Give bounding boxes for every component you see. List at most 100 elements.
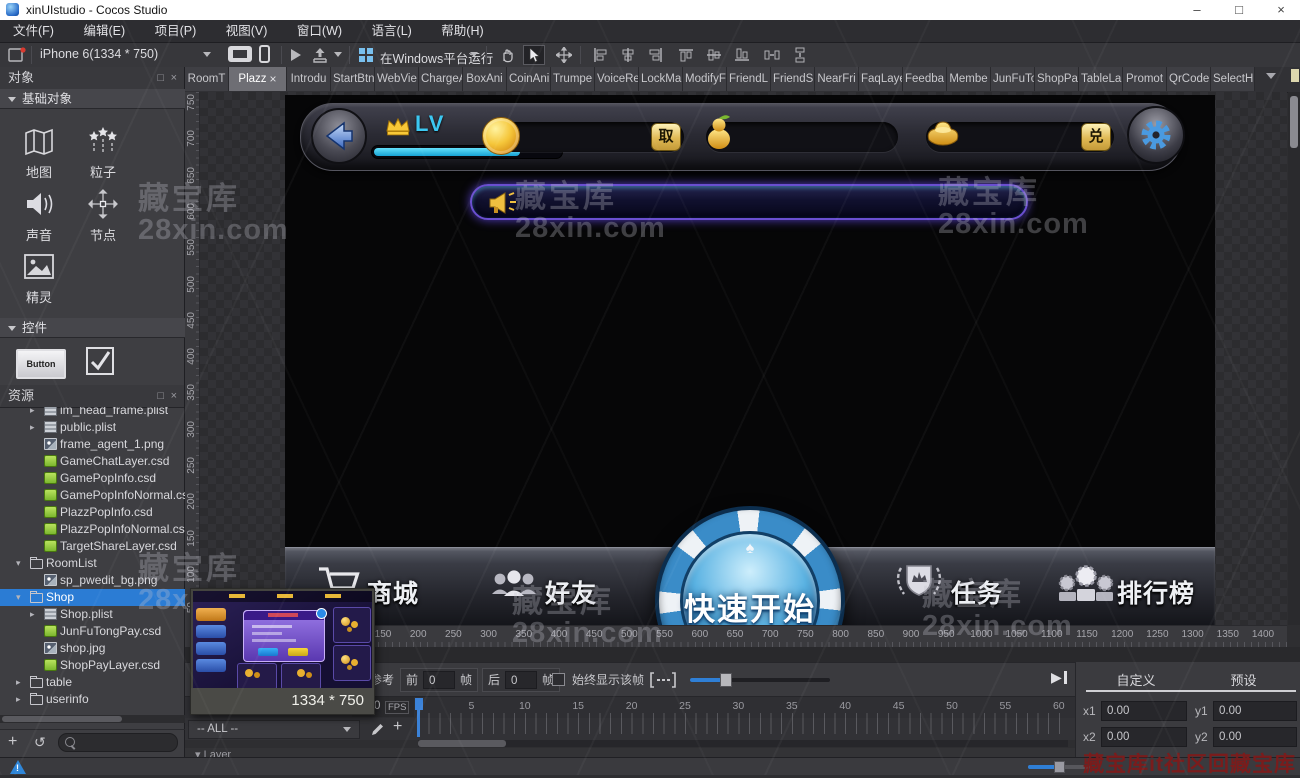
menu-window[interactable]: 窗口(W) [284,20,355,42]
tree-item-shop.jpg[interactable]: shop.jpg [0,640,185,657]
tab-close-icon[interactable]: × [270,67,277,91]
tree-item-Shop[interactable]: ▾Shop [0,589,185,606]
expand-arrow-icon[interactable]: ▸ [16,691,21,708]
tab-SelectH[interactable]: SelectH [1211,67,1255,91]
object-sprite[interactable]: 精灵 [8,250,70,306]
object-sound[interactable]: 声音 [8,188,70,244]
tree-item-public.plist[interactable]: ▸public.plist [0,419,185,436]
menu-language[interactable]: 语言(L) [359,20,425,42]
align-top-icon[interactable] [678,47,694,63]
close-panel-icon[interactable]: × [171,385,177,407]
status-slider-thumb[interactable] [1054,761,1065,773]
align-bottom-icon[interactable] [734,47,750,63]
object-node[interactable]: 节点 [72,188,134,244]
expand-arrow-icon[interactable]: ▸ [16,674,21,691]
tree-item-userinfo[interactable]: ▸userinfo [0,691,185,708]
tab-BoxAni[interactable]: BoxAni [463,67,507,91]
portrait-orientation-button[interactable] [259,45,270,63]
menu-edit[interactable]: 编辑(E) [70,20,138,42]
tree-item-im_head_frame.plist[interactable]: ▸im_head_frame.plist [0,407,185,419]
control-checkbox-widget[interactable] [86,347,114,375]
tab-NearFri[interactable]: NearFri [815,67,859,91]
tab-CoinAni[interactable]: CoinAni [507,67,551,91]
canvas-vscrollbar[interactable] [1288,92,1300,625]
playhead[interactable] [415,698,423,710]
field-y1-input[interactable]: 0.00 [1213,701,1297,721]
tab-FaqLaye[interactable]: FaqLaye [859,67,903,91]
layer-filter-dropdown[interactable]: -- ALL -- [188,720,360,739]
menu-view[interactable]: 视图(V) [213,20,281,42]
add-resource-button[interactable]: + [8,733,17,751]
tab-Feedba[interactable]: Feedba [903,67,947,91]
tab-StartBtn[interactable]: StartBtn [331,67,375,91]
timeline-hscrollbar[interactable] [418,740,1068,747]
add-animation-button[interactable]: + [393,718,402,736]
maximize-button[interactable]: □ [1222,0,1256,20]
select-tool-icon[interactable] [523,45,545,65]
slider-thumb[interactable] [720,673,732,687]
device-selector[interactable]: iPhone 6(1334 * 750) [40,47,158,61]
device-selector-arrow-icon[interactable] [203,52,211,57]
float-panel-icon[interactable]: □ [157,67,164,89]
menu-file[interactable]: 文件(F) [0,20,67,42]
tab-JunFuTo[interactable]: JunFuTo [991,67,1035,91]
edit-pencil-icon[interactable] [370,722,385,737]
resource-hscrollbar[interactable] [0,715,185,723]
field-y2-input[interactable]: 0.00 [1213,727,1297,747]
tab-RoomT[interactable]: RoomT [185,67,229,91]
zoom-timeline-slider[interactable] [690,678,830,682]
stage[interactable]: LV 取 兑 [285,95,1215,625]
tree-item-table[interactable]: ▸table [0,674,185,691]
control-button-widget[interactable]: Button [16,349,66,379]
tasks-shield-icon[interactable] [893,560,945,604]
tab-Trumpe[interactable]: Trumpe [551,67,595,91]
quick-start-button[interactable]: ♠ 快速开始 [655,506,845,625]
tab-FriendL[interactable]: FriendL [727,67,771,91]
landscape-orientation-button[interactable] [228,46,252,62]
object-map[interactable]: 地图 [8,125,70,181]
tab-custom[interactable]: 自定义 [1081,670,1191,689]
transform-tool-icon[interactable] [556,47,572,63]
ranking-label[interactable]: 排行榜 [1117,574,1195,610]
back-button[interactable] [311,108,367,164]
float-panel-icon[interactable]: □ [157,385,164,407]
always-show-label[interactable]: 始终显示该帧 [572,668,644,692]
refresh-icon[interactable]: ↺ [34,734,46,751]
scene-preview-window[interactable]: 1334 * 750 [190,588,375,715]
align-right-icon[interactable] [648,47,664,63]
ranking-podium-icon[interactable] [1057,564,1115,604]
run-target-arrow-icon[interactable] [470,52,478,57]
tab-overflow-icon[interactable] [1266,73,1276,79]
distribute-vertical-icon[interactable] [792,47,808,63]
publish-project-icon[interactable] [8,47,26,63]
expand-arrow-icon[interactable]: ▸ [30,419,35,436]
hand-tool-icon[interactable] [499,47,515,63]
expand-arrow-icon[interactable]: ▸ [30,606,35,623]
tab-VoiceRe[interactable]: VoiceRe [595,67,639,91]
field-x1-input[interactable]: 0.00 [1101,701,1187,721]
gold-coin-counter[interactable]: 取 [486,122,684,152]
collapse-arrow-icon[interactable]: ▾ [16,555,21,572]
game-top-bar[interactable]: LV 取 兑 [300,103,1182,171]
onion-skin-icon[interactable] [650,672,676,688]
exchange-button[interactable]: 兑 [1081,123,1111,151]
tree-item-sp_pwedit_bg.png[interactable]: sp_pwedit_bg.png [0,572,185,589]
align-left-icon[interactable] [592,47,608,63]
friends-label[interactable]: 好友 [545,574,597,610]
tab-Membe[interactable]: Membe [947,67,991,91]
tree-item-GamePopInfoNormal.csd[interactable]: GamePopInfoNormal.csd [0,487,185,504]
object-particle[interactable]: 粒子 [72,125,134,181]
warning-icon[interactable] [10,760,26,774]
tab-Promot[interactable]: Promot [1123,67,1167,91]
tree-item-Shop.plist[interactable]: ▸Shop.plist [0,606,185,623]
claim-button[interactable]: 取 [651,123,681,151]
timeline-ticks[interactable] [418,718,1068,734]
tab-ShopPa[interactable]: ShopPa [1035,67,1079,91]
tree-item-RoomList[interactable]: ▾RoomList [0,555,185,572]
always-show-checkbox[interactable] [552,673,565,686]
collapse-arrow-icon[interactable]: ▾ [16,589,21,606]
close-button[interactable]: × [1264,0,1298,20]
tree-item-TargetShareLayer.csd[interactable]: TargetShareLayer.csd [0,538,185,555]
expand-arrow-icon[interactable]: ▸ [30,407,35,419]
settings-button[interactable] [1127,106,1185,164]
